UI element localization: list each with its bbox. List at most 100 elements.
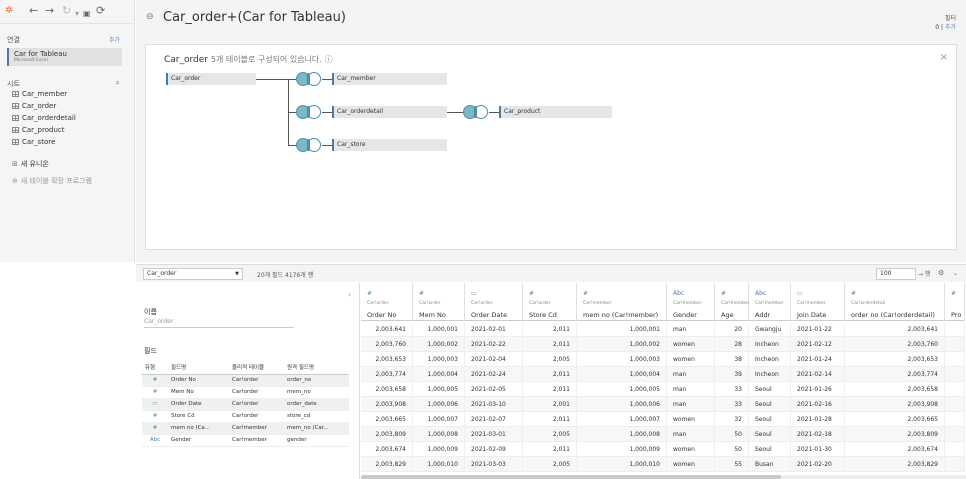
grid-cell[interactable]: 2021-02-18 — [791, 427, 845, 442]
grid-cell[interactable]: 55 — [715, 457, 749, 472]
number-type-icon[interactable]: # — [419, 290, 424, 297]
grid-cell[interactable]: 2,011 — [523, 442, 577, 457]
grid-cell[interactable]: 2,003,829 — [361, 457, 413, 472]
grid-cell[interactable]: 2021-02-12 — [791, 337, 845, 352]
field-type-icon[interactable]: ▭ — [142, 398, 168, 411]
field-type-icon[interactable]: # — [142, 374, 168, 387]
sheet-item-car-member[interactable]: Car_member — [12, 89, 67, 99]
close-icon[interactable]: × — [940, 52, 948, 63]
grid-cell[interactable]: Gwangju — [749, 322, 791, 337]
grid-cell[interactable] — [945, 397, 965, 412]
join-icon[interactable] — [296, 138, 322, 152]
grid-cell[interactable]: 2021-02-05 — [465, 382, 523, 397]
grid-cell[interactable]: 2,011 — [523, 337, 577, 352]
grid-cell[interactable]: 2,003,674 — [845, 442, 945, 457]
tableau-logo-icon[interactable]: ✲ — [5, 4, 13, 18]
grid-cell[interactable]: 1,000,009 — [577, 442, 667, 457]
grid-cell[interactable]: Seoul — [749, 412, 791, 427]
field-row[interactable]: ▭ Order Date Car!order order_date — [142, 398, 349, 411]
grid-cell[interactable]: women — [667, 442, 715, 457]
rows-input[interactable]: 100 — [876, 268, 916, 280]
save-icon[interactable]: ▣ — [83, 7, 91, 21]
grid-cell[interactable]: 28 — [715, 337, 749, 352]
grid-cell[interactable]: Incheon — [749, 367, 791, 382]
add-connection-link[interactable]: 추가 — [109, 35, 120, 44]
grid-cell[interactable]: 20 — [715, 322, 749, 337]
grid-cell[interactable]: 2021-01-24 — [791, 352, 845, 367]
grid-cell[interactable]: man — [667, 382, 715, 397]
grid-cell[interactable]: women — [667, 457, 715, 472]
grid-cell[interactable]: 1,000,002 — [413, 337, 465, 352]
grid-cell[interactable]: 50 — [715, 427, 749, 442]
table-car-orderdetail[interactable]: Car_orderdetail — [332, 106, 447, 118]
grid-cell[interactable]: Seoul — [749, 442, 791, 457]
field-row[interactable]: Abc Gender Car!member gender — [142, 434, 349, 447]
grid-cell[interactable]: 39 — [715, 367, 749, 382]
grid-cell[interactable]: 1,000,005 — [577, 382, 667, 397]
scrollbar-thumb[interactable] — [361, 475, 781, 479]
number-type-icon[interactable]: # — [529, 290, 534, 297]
grid-cell[interactable]: 33 — [715, 382, 749, 397]
grid-cell[interactable] — [945, 337, 965, 352]
chevron-down-icon[interactable]: ⌄ — [953, 270, 958, 277]
sheet-item-car-order[interactable]: Car_order — [12, 101, 56, 111]
grid-cell[interactable]: 2,005 — [523, 352, 577, 367]
grid-cell[interactable]: 2021-02-01 — [465, 322, 523, 337]
back-arrow-icon[interactable]: ← — [29, 4, 38, 18]
grid-cell[interactable]: man — [667, 367, 715, 382]
number-type-icon[interactable]: # — [583, 290, 588, 297]
table-car-member[interactable]: Car_member — [332, 73, 447, 85]
grid-cell[interactable]: 2,003,641 — [845, 322, 945, 337]
join-icon[interactable] — [463, 105, 489, 119]
column-header[interactable]: Abc Car!member Addr — [749, 283, 791, 321]
grid-cell[interactable]: 1,000,010 — [413, 457, 465, 472]
table-car-store[interactable]: Car_store — [332, 139, 447, 151]
field-row[interactable]: # Mem No Car!order mem_no — [142, 386, 349, 399]
grid-cell[interactable]: 2021-02-07 — [465, 412, 523, 427]
grid-cell[interactable]: 2021-02-22 — [465, 337, 523, 352]
grid-cell[interactable] — [945, 427, 965, 442]
grid-cell[interactable]: 2021-02-04 — [465, 352, 523, 367]
grid-cell[interactable]: Busan — [749, 457, 791, 472]
new-table-extension-button[interactable]: ⊕ 새 테이블 확장 프로그램 — [12, 176, 92, 186]
redo-icon[interactable]: ↻ — [62, 4, 71, 18]
number-type-icon[interactable]: # — [951, 290, 956, 297]
grid-cell[interactable]: 2,003,658 — [845, 382, 945, 397]
grid-cell[interactable]: 2021-01-28 — [791, 412, 845, 427]
grid-cell[interactable] — [945, 457, 965, 472]
grid-cell[interactable]: 2,003,665 — [845, 412, 945, 427]
grid-cell[interactable]: 2,003,774 — [845, 367, 945, 382]
info-icon[interactable]: ⓘ — [325, 55, 333, 64]
grid-cell[interactable]: Incheon — [749, 352, 791, 367]
grid-cell[interactable]: 32 — [715, 412, 749, 427]
grid-cell[interactable]: man — [667, 322, 715, 337]
grid-cell[interactable]: 1,000,003 — [413, 352, 465, 367]
grid-cell[interactable]: women — [667, 412, 715, 427]
grid-cell[interactable]: 1,000,001 — [413, 322, 465, 337]
grid-cell[interactable]: 1,000,004 — [413, 367, 465, 382]
new-union-button[interactable]: ⊞ 새 유니온 — [12, 159, 49, 169]
column-header[interactable]: ▭ Car!member Join Date — [791, 283, 845, 321]
grid-cell[interactable]: 1,000,008 — [413, 427, 465, 442]
number-type-icon[interactable]: # — [367, 290, 372, 297]
field-type-icon[interactable]: # — [142, 386, 168, 399]
grid-cell[interactable]: 1,000,006 — [413, 397, 465, 412]
grid-cell[interactable]: 1,000,003 — [577, 352, 667, 367]
grid-cell[interactable]: 2021-01-22 — [791, 322, 845, 337]
grid-cell[interactable]: 2,003,829 — [845, 457, 945, 472]
grid-cell[interactable]: 1,000,007 — [577, 412, 667, 427]
string-type-icon[interactable]: Abc — [673, 290, 684, 297]
grid-cell[interactable]: 2,003,653 — [361, 352, 413, 367]
name-field[interactable]: Car_order — [144, 318, 294, 328]
grid-cell[interactable]: 2021-01-30 — [791, 442, 845, 457]
grid-cell[interactable]: 2,011 — [523, 322, 577, 337]
grid-cell[interactable]: 2021-03-03 — [465, 457, 523, 472]
column-header[interactable]: ▭ Car!order Order Date — [465, 283, 523, 321]
grid-cell[interactable]: 2,003,908 — [845, 397, 945, 412]
grid-cell[interactable]: 2,005 — [523, 457, 577, 472]
collapse-icon[interactable]: ‹ — [348, 291, 351, 299]
datasource-title[interactable]: Car_order+(Car for Tableau) — [163, 10, 346, 25]
grid-cell[interactable]: 2,011 — [523, 412, 577, 427]
grid-cell[interactable]: 2021-03-01 — [465, 427, 523, 442]
grid-cell[interactable]: Seoul — [749, 427, 791, 442]
